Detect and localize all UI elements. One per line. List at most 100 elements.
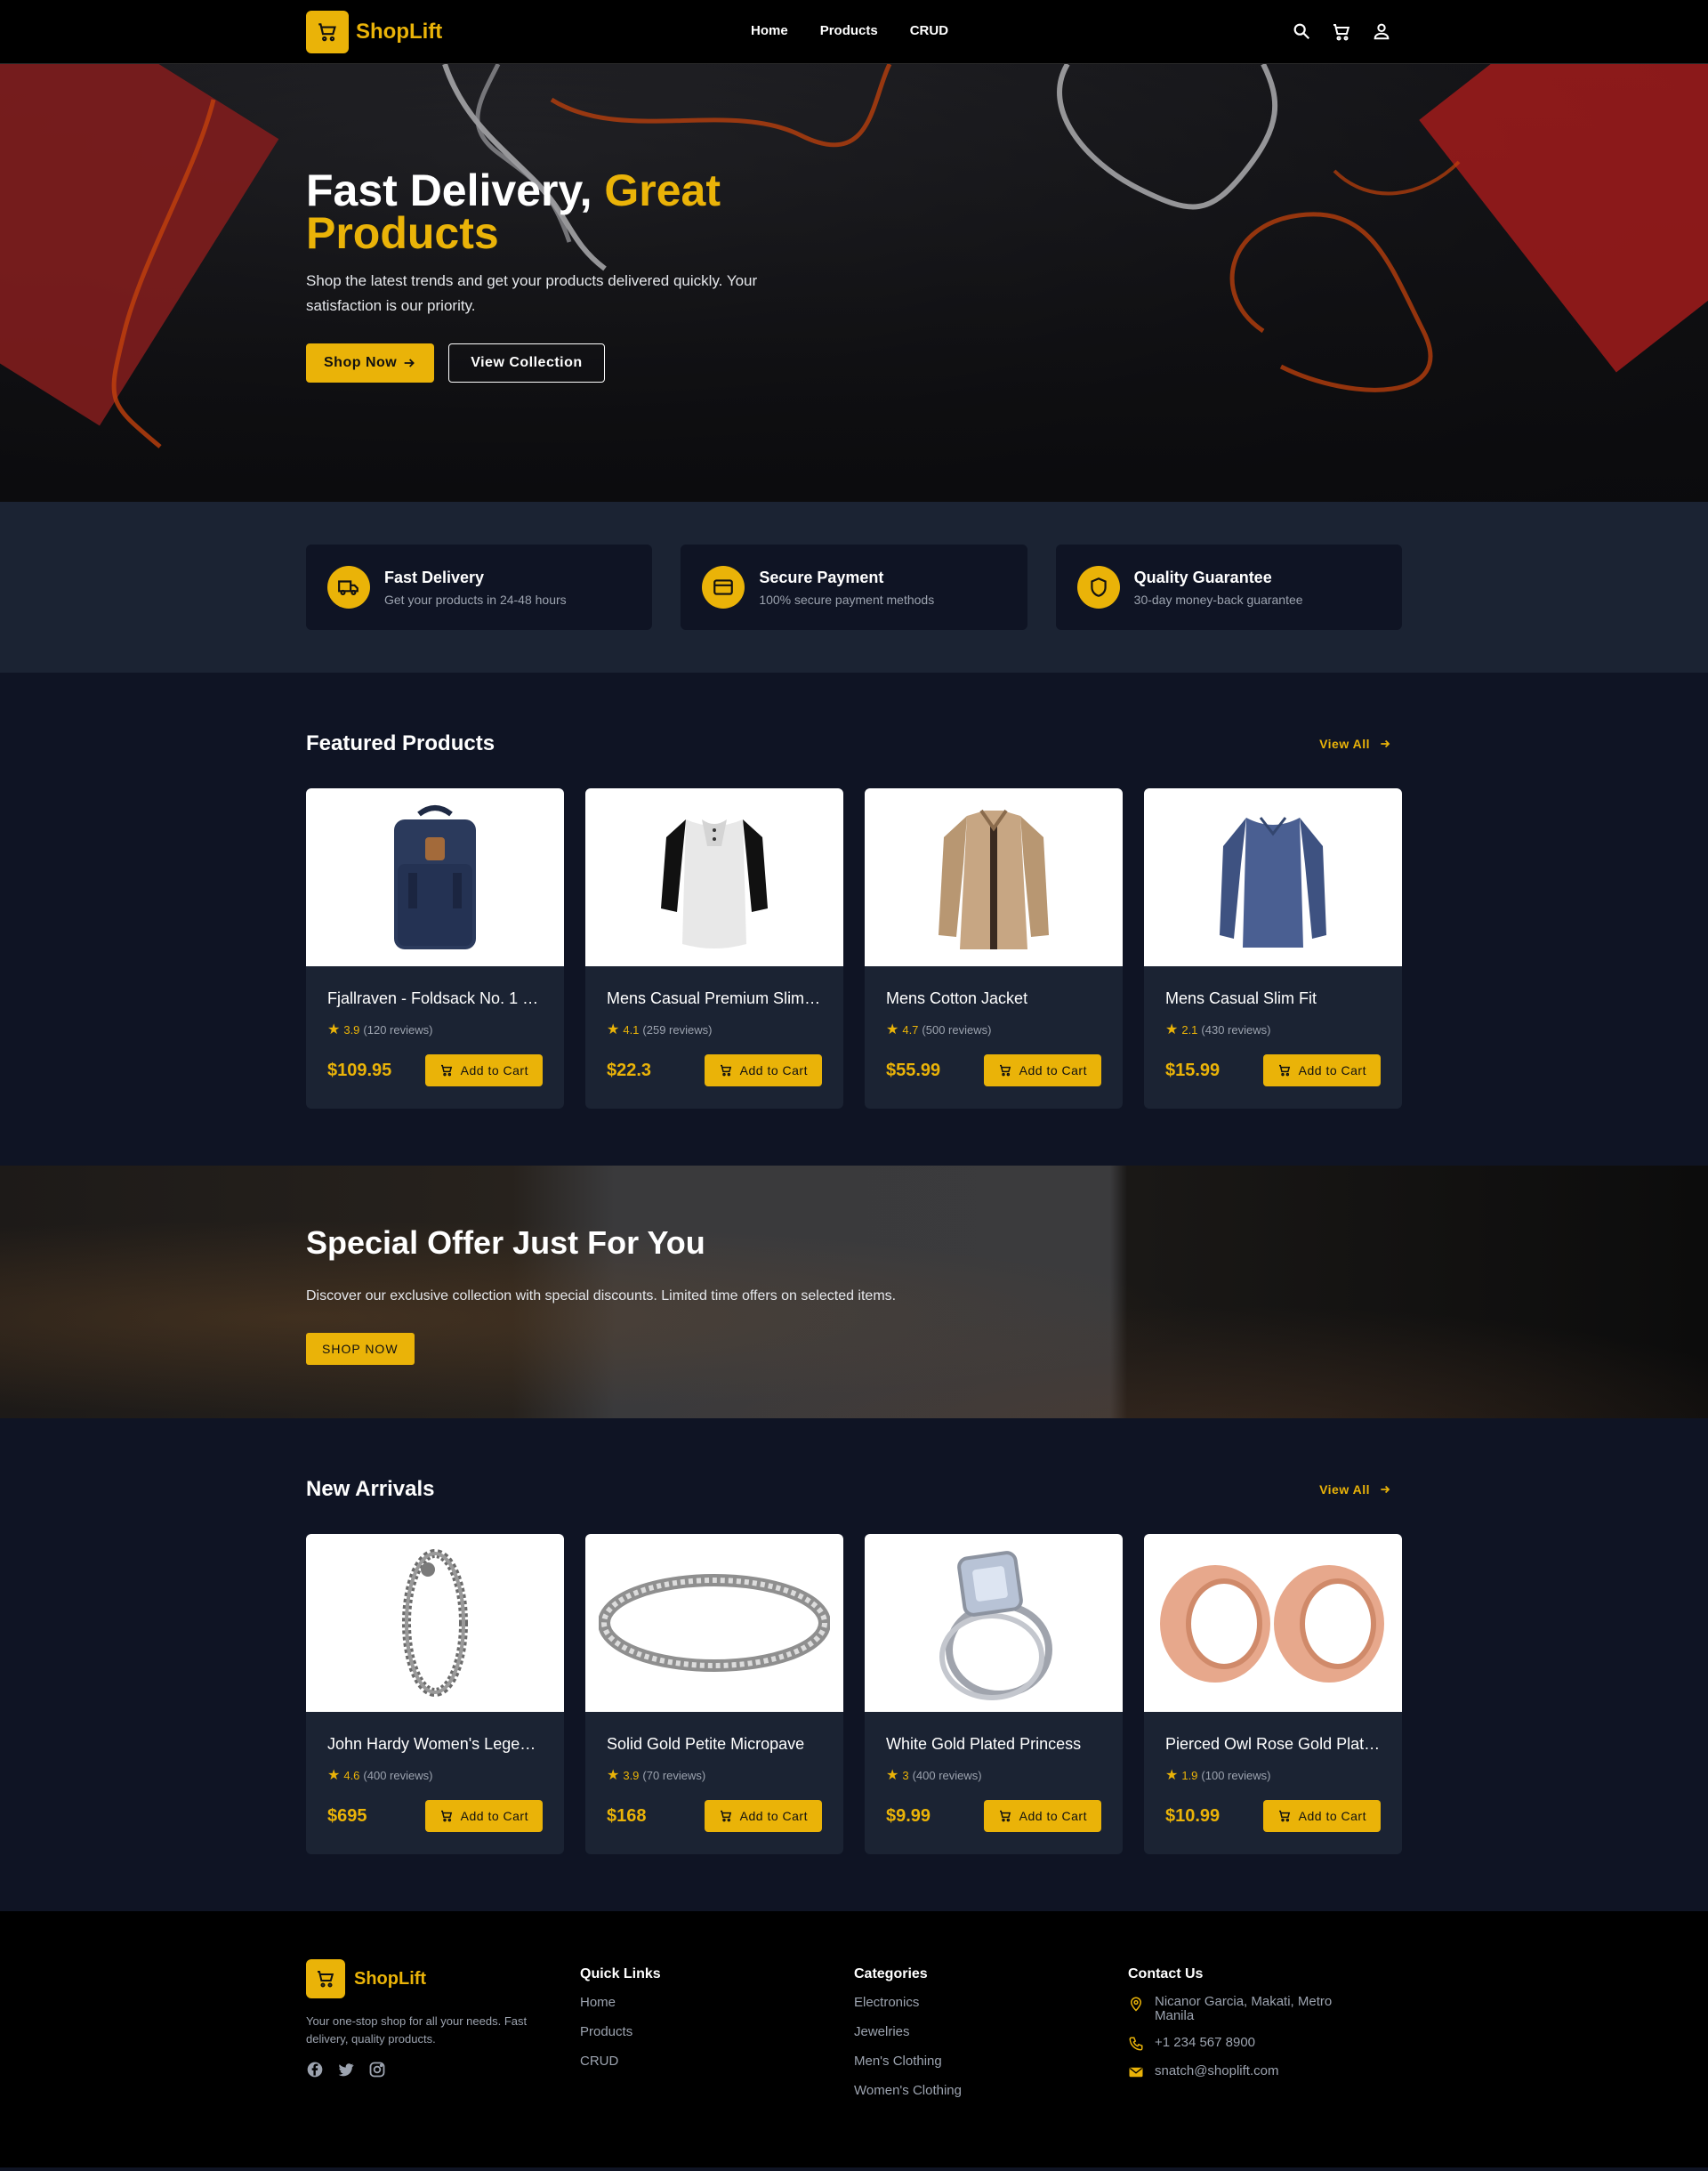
facebook-icon[interactable] xyxy=(306,2061,324,2083)
feature-card: Quality Guarantee 30-day money-back guar… xyxy=(1055,545,1402,630)
phone-text[interactable]: +1 234 567 8900 xyxy=(1155,2036,1359,2050)
product-name[interactable]: John Hardy Women's Legends Naga Gold & S… xyxy=(327,1735,543,1754)
nav-link-crud[interactable]: CRUD xyxy=(910,23,948,38)
nav-links: Home Products CRUD xyxy=(751,23,948,38)
product-card[interactable]: Mens Cotton Jacket ★ 4.7 (500 reviews) $… xyxy=(865,788,1123,1109)
view-all-label: View All xyxy=(1319,737,1370,751)
footer-link-crud[interactable]: CRUD xyxy=(580,2054,854,2069)
instagram-icon[interactable] xyxy=(368,2061,386,2083)
address-text: Nicanor Garcia, Makati, Metro Manila xyxy=(1155,1994,1333,2023)
product-name[interactable]: Mens Cotton Jacket xyxy=(886,989,1101,1008)
product-card[interactable]: Mens Casual Premium Slim Fit T-Shirts ★ … xyxy=(585,788,843,1109)
user-icon[interactable] xyxy=(1372,21,1391,43)
product-card[interactable]: Fjallraven - Foldsack No. 1 Backpack ★ 3… xyxy=(306,788,564,1109)
offer-shop-now-button[interactable]: SHOP NOW xyxy=(306,1333,415,1365)
review-count: (400 reviews) xyxy=(912,1768,982,1782)
footer-link-products[interactable]: Products xyxy=(580,2024,854,2039)
product-price: $55.99 xyxy=(886,1060,941,1080)
add-to-cart-button[interactable]: Add to Cart xyxy=(983,1054,1101,1086)
nav-link-products[interactable]: Products xyxy=(820,23,878,38)
product-card[interactable]: Solid Gold Petite Micropave ★ 3.9 (70 re… xyxy=(585,1534,843,1854)
footer-category-electronics[interactable]: Electronics xyxy=(854,1995,1128,2010)
arrow-right-icon xyxy=(1381,739,1390,748)
product-price: $22.3 xyxy=(607,1060,652,1080)
add-to-cart-label: Add to Cart xyxy=(1298,1809,1366,1823)
product-image-ear-plugs xyxy=(1144,1534,1402,1712)
star-icon: ★ xyxy=(1165,1768,1179,1783)
brand-logo[interactable]: ShopLift xyxy=(306,11,442,53)
footer-category-womens-clothing[interactable]: Women's Clothing xyxy=(854,2083,1128,2098)
product-name[interactable]: Mens Casual Slim Fit xyxy=(1165,989,1381,1008)
product-name[interactable]: Fjallraven - Foldsack No. 1 Backpack xyxy=(327,989,543,1008)
cart-icon xyxy=(720,1064,731,1077)
search-icon[interactable] xyxy=(1292,21,1311,43)
twitter-icon[interactable] xyxy=(336,2061,356,2083)
footer-brand-name: ShopLift xyxy=(354,1968,427,1989)
top-navbar: ShopLift Home Products CRUD xyxy=(0,0,1708,64)
truck-icon xyxy=(327,566,370,609)
review-count: (400 reviews) xyxy=(363,1768,433,1782)
nav-link-home[interactable]: Home xyxy=(751,23,788,38)
footer-logo[interactable]: ShopLift xyxy=(306,1959,580,1998)
section-title: Featured Products xyxy=(306,731,495,755)
feature-title: Quality Guarantee xyxy=(1133,568,1272,586)
special-offer-banner: Special Offer Just For You Discover our … xyxy=(0,1166,1708,1418)
cart-icon[interactable] xyxy=(1331,21,1352,43)
add-to-cart-button[interactable]: Add to Cart xyxy=(704,1054,822,1086)
feature-card: Fast Delivery Get your products in 24-48… xyxy=(306,545,653,630)
product-name[interactable]: Pierced Owl Rose Gold Plated Stainless S… xyxy=(1165,1735,1381,1754)
site-footer: ShopLift Your one-stop shop for all your… xyxy=(0,1911,1708,2167)
cart-logo-icon xyxy=(306,1959,345,1998)
contact-email: snatch@shoplift.com xyxy=(1128,2064,1402,2080)
star-icon: ★ xyxy=(327,1022,341,1037)
product-card[interactable]: Pierced Owl Rose Gold Plated Stainless S… xyxy=(1144,1534,1402,1854)
review-count: (259 reviews) xyxy=(642,1022,713,1037)
view-all-link[interactable]: View All xyxy=(1319,737,1391,751)
product-image-longsleeve xyxy=(1144,788,1402,966)
phone-icon xyxy=(1129,2037,1143,2051)
star-icon: ★ xyxy=(1165,1022,1179,1037)
footer-link-home[interactable]: Home xyxy=(580,1995,854,2010)
rating-value: 3 xyxy=(902,1768,909,1782)
footer-category-mens-clothing[interactable]: Men's Clothing xyxy=(854,2054,1128,2069)
email-text[interactable]: snatch@shoplift.com xyxy=(1155,2064,1359,2078)
card-icon xyxy=(702,566,745,609)
product-card[interactable]: Mens Casual Slim Fit ★ 2.1 (430 reviews)… xyxy=(1144,788,1402,1109)
section-title: New Arrivals xyxy=(306,1477,435,1501)
product-name[interactable]: Mens Casual Premium Slim Fit T-Shirts xyxy=(607,989,822,1008)
product-name[interactable]: Solid Gold Petite Micropave xyxy=(607,1735,822,1754)
shop-now-button[interactable]: Shop Now xyxy=(306,343,435,383)
product-image-backpack xyxy=(306,788,564,966)
review-count: (500 reviews) xyxy=(922,1022,992,1037)
add-to-cart-button[interactable]: Add to Cart xyxy=(1262,1800,1381,1832)
contact-address: Nicanor Garcia, Makati, Metro Manila xyxy=(1128,1995,1402,2023)
add-to-cart-label: Add to Cart xyxy=(460,1809,528,1823)
cart-icon xyxy=(1278,1064,1290,1077)
add-to-cart-button[interactable]: Add to Cart xyxy=(424,1054,543,1086)
features-strip: Fast Delivery Get your products in 24-48… xyxy=(0,502,1708,673)
product-card[interactable]: John Hardy Women's Legends Naga Gold & S… xyxy=(306,1534,564,1854)
add-to-cart-button[interactable]: Add to Cart xyxy=(704,1800,822,1832)
rating-value: 4.1 xyxy=(623,1022,640,1037)
product-price: $9.99 xyxy=(886,1805,931,1826)
hero-banner: Fast Delivery, Great Products Shop the l… xyxy=(0,64,1708,502)
product-image-princess-ring xyxy=(865,1534,1123,1712)
review-count: (70 reviews) xyxy=(642,1768,706,1782)
cart-icon xyxy=(999,1064,1011,1077)
add-to-cart-button[interactable]: Add to Cart xyxy=(424,1800,543,1832)
product-rating: ★ 3 (400 reviews) xyxy=(886,1766,1101,1784)
feature-desc: 100% secure payment methods xyxy=(759,592,935,607)
view-collection-button[interactable]: View Collection xyxy=(448,343,605,383)
rating-value: 1.9 xyxy=(1181,1768,1198,1782)
product-price: $109.95 xyxy=(327,1060,392,1080)
product-card[interactable]: White Gold Plated Princess ★ 3 (400 revi… xyxy=(865,1534,1123,1854)
product-name[interactable]: White Gold Plated Princess xyxy=(886,1735,1101,1754)
add-to-cart-button[interactable]: Add to Cart xyxy=(983,1800,1101,1832)
view-all-link[interactable]: View All xyxy=(1319,1482,1391,1497)
footer-category-jewelries[interactable]: Jewelries xyxy=(854,2024,1128,2039)
shop-now-label: Shop Now xyxy=(324,355,398,370)
rating-value: 3.9 xyxy=(623,1768,640,1782)
map-pin-icon xyxy=(1130,1997,1142,2012)
add-to-cart-button[interactable]: Add to Cart xyxy=(1262,1054,1381,1086)
star-icon: ★ xyxy=(607,1768,620,1783)
